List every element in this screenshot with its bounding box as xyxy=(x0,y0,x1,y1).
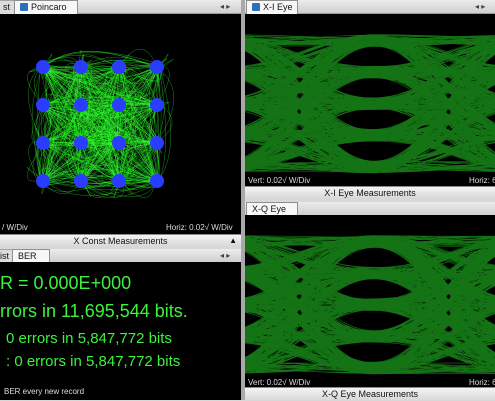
measurements-label: X-I Eye Measurements xyxy=(324,188,416,198)
constellation-measurements-bar[interactable]: X Const Measurements ▲ xyxy=(0,234,241,247)
constellation-symbol xyxy=(150,98,164,112)
xq-eye-diagram xyxy=(245,235,495,375)
tab-poincare[interactable]: Poincaro xyxy=(14,0,78,14)
constellation-symbol xyxy=(36,136,50,150)
total-errors: rrors in 11,695,544 bits. xyxy=(0,301,188,321)
expand-arrow-icon[interactable]: ▲ xyxy=(229,235,237,247)
constellation-plot: / W/Div Horiz: 0.02√ W/Div xyxy=(0,14,241,234)
tab-ber[interactable]: BER xyxy=(12,249,50,263)
tab-xq-eye[interactable]: X-Q Eye xyxy=(246,202,298,216)
constellation-symbol xyxy=(150,174,164,188)
constellation-symbol xyxy=(74,136,88,150)
tab-label: X-I Eye xyxy=(263,2,293,12)
constellation-symbol xyxy=(36,98,50,112)
ber-display: R = 0.000E+000 rrors in 11,695,544 bits.… xyxy=(0,262,241,400)
constellation-symbol xyxy=(112,174,126,188)
xi-measurements-bar[interactable]: X-I Eye Measurements xyxy=(245,186,495,199)
xq-eye-tabbar: X-Q Eye xyxy=(245,202,495,216)
constellation-symbol xyxy=(74,98,88,112)
vert-scale-label: / W/Div xyxy=(2,223,28,232)
constellation-symbol xyxy=(36,60,50,74)
ber-tabbar: ist BER ◂ ▸ xyxy=(0,249,241,263)
constellation-symbol xyxy=(112,136,126,150)
eye-icon xyxy=(252,3,260,11)
horiz-scale-label: Horiz: 0.02√ W/Div xyxy=(166,223,233,232)
xi-eye-diagram xyxy=(245,34,495,174)
constellation-diagram xyxy=(26,48,174,198)
constellation-symbol xyxy=(74,60,88,74)
ber-value: R = 0.000E+000 xyxy=(0,273,132,293)
measurements-label: X Const Measurements xyxy=(73,236,168,246)
tab-label: BER xyxy=(18,251,37,261)
tab-scroll-arrows[interactable]: ◂ ▸ xyxy=(475,0,485,13)
vert-scale-label: Vert: 0.02√ W/Div xyxy=(248,176,311,185)
constellation-symbol xyxy=(150,136,164,150)
constellation-symbol xyxy=(150,60,164,74)
y-errors: : 0 errors in 5,847,772 bits xyxy=(6,353,181,370)
tab-label: Poincaro xyxy=(31,2,67,12)
poincare-icon xyxy=(20,3,28,11)
horiz-scale-label: Horiz: 6 xyxy=(469,176,495,185)
constellation-symbol xyxy=(74,174,88,188)
xq-eye-plot: Vert: 0.02√ W/Div Horiz: 6 xyxy=(245,215,495,387)
tab-label: st xyxy=(3,2,11,12)
tab-scroll-arrows[interactable]: ◂ ▸ xyxy=(220,249,230,262)
constellation-symbol xyxy=(112,60,126,74)
constellation-symbol xyxy=(36,174,50,188)
xq-measurements-bar[interactable]: X-Q Eye Measurements xyxy=(245,387,495,401)
tab-xi-eye[interactable]: X-I Eye xyxy=(246,0,298,14)
x-errors: 0 errors in 5,847,772 bits xyxy=(6,330,172,347)
tab-scroll-arrows[interactable]: ◂ ▸ xyxy=(220,0,230,13)
eye-traces xyxy=(245,235,495,375)
constellation-symbol xyxy=(112,98,126,112)
eye-traces xyxy=(245,34,495,174)
xi-eye-plot: Vert: 0.02√ W/Div Horiz: 6 xyxy=(245,14,495,186)
tab-label: X-Q Eye xyxy=(252,204,287,214)
vert-scale-label: Vert: 0.02√ W/Div xyxy=(248,378,311,387)
xi-eye-tabbar: X-I Eye ◂ ▸ xyxy=(245,0,495,14)
ber-footer: BER every new record xyxy=(4,387,85,396)
constellation-tabbar: st Poincaro ◂ ▸ xyxy=(0,0,241,14)
measurements-label: X-Q Eye Measurements xyxy=(321,389,419,399)
horiz-scale-label: Horiz: 6 xyxy=(469,378,495,387)
tab-label: ist xyxy=(0,251,9,261)
